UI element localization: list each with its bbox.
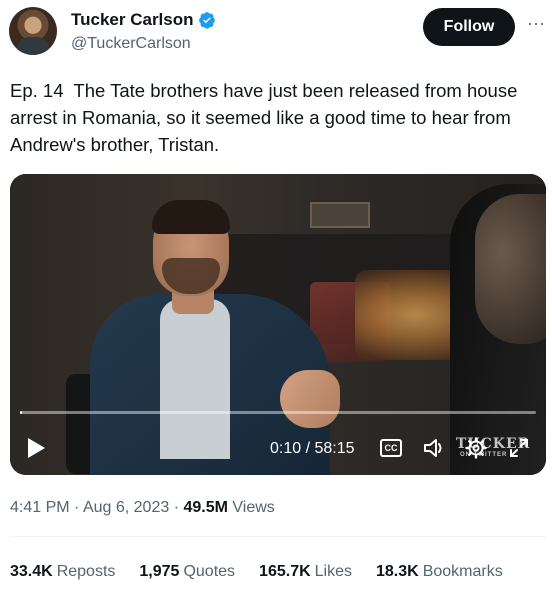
author-name-row: Tucker Carlson [71,10,216,30]
views-label: Views [232,499,275,516]
tweet-stats: 33.4K Reposts 1,975 Quotes 165.7K Likes 18.… [10,563,527,581]
video-time-display: 0:10 / 58:15 [270,440,355,457]
avatar[interactable] [9,7,57,55]
stat-count: 18.3K [376,563,419,580]
author-name[interactable]: Tucker Carlson [71,10,194,30]
fullscreen-icon[interactable] [508,437,530,459]
divider [10,536,546,537]
stat-count: 33.4K [10,563,53,580]
tweet-text: Ep. 14 The Tate brothers have just been … [10,80,523,155]
volume-icon[interactable] [422,437,446,459]
stat-label: Reposts [56,563,116,580]
tweet-time[interactable]: 4:41 PM [10,499,70,516]
watermark-sub: ON TWITTER [460,452,508,458]
video-interviewer-head [475,194,546,344]
video-guest-hand [280,370,340,428]
tweet-header: Tucker Carlson @TuckerCarlson Follow ··· [9,7,546,55]
stat-label: Quotes [183,563,236,580]
video-player[interactable]: 0:10 / 58:15 CC TUCKER ON TWITTER [10,174,546,475]
follow-button[interactable]: Follow [423,8,515,46]
video-progress-fill [20,411,22,414]
video-guest-hair [152,200,230,234]
tweet-meta: 4:41 PM · Aug 6, 2023 · 49.5M Views [10,499,275,517]
stat-reposts[interactable]: 33.4K Reposts [10,563,115,581]
author-handle[interactable]: @TuckerCarlson [71,35,191,53]
closed-captions-icon[interactable]: CC [380,439,402,457]
stat-count: 165.7K [259,563,311,580]
stat-likes[interactable]: 165.7K Likes [259,563,352,581]
stat-label: Bookmarks [422,563,503,580]
views-count: 49.5M [183,499,228,516]
tweet-date[interactable]: Aug 6, 2023 [83,499,169,516]
video-progress-bar[interactable] [20,411,536,414]
stat-quotes[interactable]: 1,975 Quotes [139,563,235,581]
video-guest-shirt [160,299,230,459]
verified-badge-icon [198,12,215,29]
more-icon[interactable]: ··· [526,14,546,35]
play-icon[interactable] [26,437,46,459]
stat-label: Likes [314,563,352,580]
meta-separator: · [74,499,80,516]
meta-separator: · [173,499,180,516]
stat-bookmarks[interactable]: 18.3K Bookmarks [376,563,503,581]
stat-count: 1,975 [139,563,180,580]
video-background-sign [310,202,370,228]
